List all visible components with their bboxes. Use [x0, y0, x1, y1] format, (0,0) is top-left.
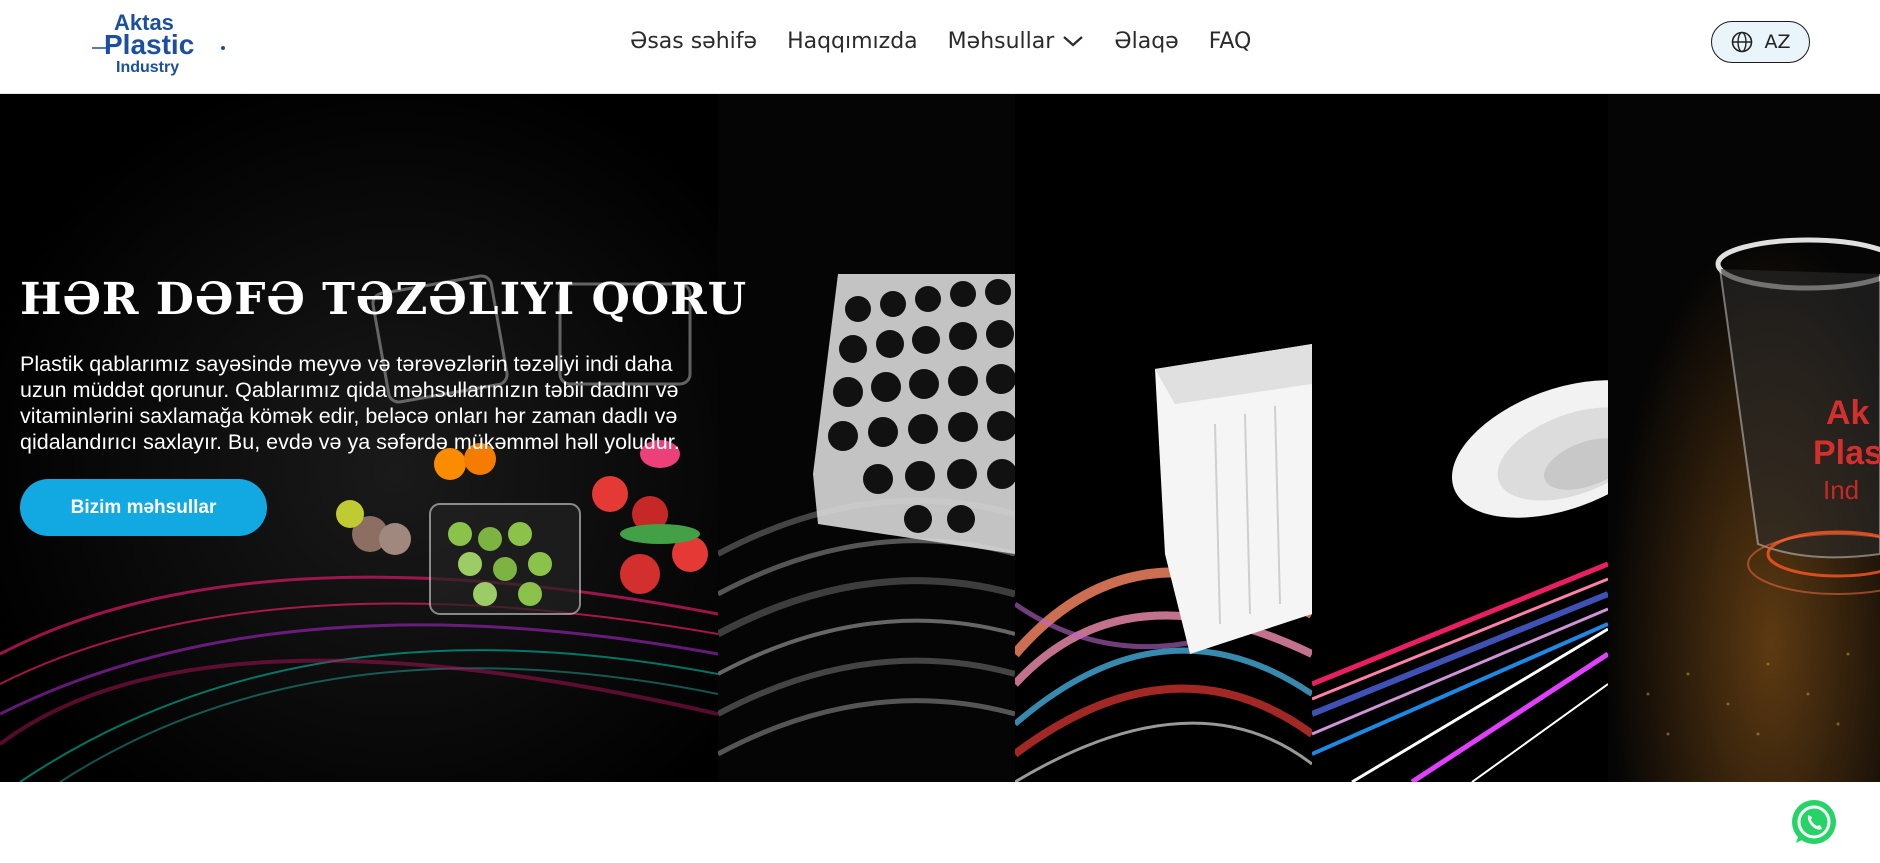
globe-icon [1732, 31, 1753, 53]
logo[interactable]: Aktas Plastic Industry [90, 8, 230, 78]
hero-image-egg-tray [718, 94, 1015, 782]
nav-item-label: Haqqımızda [787, 28, 918, 54]
svg-text:Ak: Ak [1826, 394, 1870, 432]
logo-line3: Industry [116, 59, 179, 76]
nav-item-about[interactable]: Haqqımızda [787, 26, 918, 56]
logo-line2: Plastic [104, 29, 194, 60]
nav-item-label: Məhsullar [947, 28, 1055, 54]
hero-image-white-bowl [1312, 94, 1608, 782]
nav-item-label: FAQ [1208, 28, 1252, 54]
whatsapp-button[interactable] [1788, 797, 1840, 849]
nav-item-contact[interactable]: Əlaqə [1114, 26, 1178, 56]
language-selector[interactable]: AZ [1711, 21, 1810, 63]
chevron-down-icon [1063, 36, 1084, 47]
whatsapp-icon [1792, 800, 1836, 844]
nav-item-faq[interactable]: FAQ [1209, 26, 1252, 56]
hero-title: HƏR DƏFƏ TƏZƏLIYI QORU [20, 274, 748, 325]
nav-item-products[interactable]: Məhsullar [948, 26, 1085, 56]
nav-item-home[interactable]: Əsas səhifə [630, 26, 757, 56]
nav-item-label: Əsas səhifə [630, 28, 758, 54]
logo-icon: Aktas Plastic Industry [92, 10, 225, 76]
hero-description: Plastik qablarımız sayəsində meyvə və tə… [20, 352, 680, 454]
nav-item-label: Əlaqə [1114, 28, 1179, 54]
svg-text:Ind: Ind [1823, 475, 1859, 505]
hero-image-branded-cup: Ak Plast Ind [1608, 94, 1880, 782]
our-products-button-label: Bizim məhsullar [70, 496, 217, 518]
hero-text-block: HƏR DƏFƏ TƏZƏLIYI QORU Plastik qablarımı… [20, 274, 748, 455]
svg-text:Plast: Plast [1813, 434, 1880, 472]
main-nav: Əsas səhifə Haqqımızda Məhsullar Əlaqə F… [630, 26, 1281, 56]
our-products-button[interactable]: Bizim məhsullar [20, 479, 267, 536]
site-header: Aktas Plastic Industry Əsas səhifə Haqqı… [0, 0, 1880, 94]
hero-banner: Ak Plast Ind HƏR DƏFƏ TƏZƏLIYI QORU Plas… [0, 94, 1880, 782]
hero-image-white-container [1015, 94, 1312, 782]
language-label: AZ [1764, 31, 1791, 53]
